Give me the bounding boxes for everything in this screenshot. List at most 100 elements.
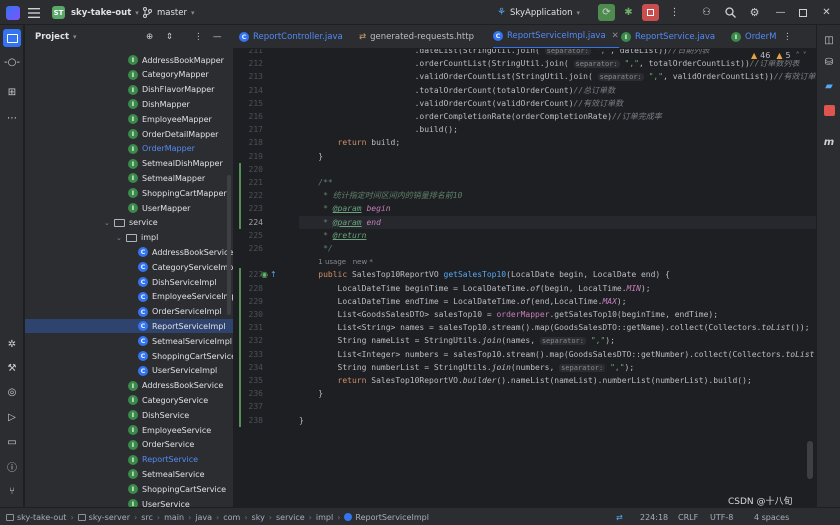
build-tool-button[interactable]: ⚒	[3, 359, 21, 377]
plugin-tool-button[interactable]	[820, 101, 838, 119]
line-separator[interactable]: CRLF	[678, 508, 698, 525]
tree-item[interactable]: C ReportServiceImpl	[25, 319, 233, 334]
code-line[interactable]: }	[299, 414, 304, 427]
code-line[interactable]: String nameList = StringUtils.join(names…	[299, 334, 615, 347]
breadcrumb-item[interactable]: impl	[316, 513, 333, 522]
code-line[interactable]: 1 usage new *	[299, 255, 373, 268]
more-actions-button[interactable]: ⋮	[666, 4, 683, 21]
tree-item[interactable]: I CategoryService	[25, 393, 233, 407]
code-line[interactable]: public SalesTop10ReportVO getSalesTop10(…	[299, 268, 670, 281]
tree-item[interactable]: I ShoppingCartMapper	[25, 186, 233, 200]
tree-item[interactable]: C OrderServiceImpl	[25, 305, 233, 319]
tree-item[interactable]: I UserService	[25, 497, 233, 507]
tree-folder-impl[interactable]: ⌄ impl	[25, 231, 233, 245]
main-menu-button[interactable]	[28, 0, 40, 25]
problems-tool-button[interactable]: ⓘ	[3, 457, 21, 475]
code-line[interactable]: .validOrderCountList(StringUtil.join( se…	[299, 70, 816, 83]
breadcrumb-item[interactable]: ReportServiceImpl	[355, 513, 429, 522]
git-tool-button[interactable]: ⑂	[3, 482, 21, 500]
settings-button[interactable]: ⚙	[746, 4, 763, 21]
stop-button[interactable]	[642, 4, 659, 21]
indent-setting[interactable]: 4 spaces	[754, 508, 789, 525]
tree-item[interactable]: I OrderMapper	[25, 142, 233, 156]
hide-panel-icon[interactable]: —	[213, 32, 222, 42]
more-vertical-icon[interactable]: ⋮	[194, 32, 203, 42]
tree-item[interactable]: C DishServiceImpl	[25, 275, 233, 289]
file-encoding[interactable]: UTF-8	[710, 508, 733, 525]
collapse-all-icon[interactable]: ⇕	[166, 32, 173, 42]
close-icon[interactable]: ✕	[612, 31, 619, 41]
caret-position[interactable]: 224:18	[640, 508, 668, 525]
tree-item[interactable]: I DishMapper	[25, 97, 233, 111]
tab-report-service-impl[interactable]: C ReportServiceImpl.java ✕	[493, 25, 619, 48]
more-tools-button[interactable]: ⋯	[3, 109, 21, 127]
code-line[interactable]: List<String> names = salesTop10.stream()…	[299, 321, 810, 334]
chevron-down-icon[interactable]: ˅	[803, 51, 807, 60]
rerun-button[interactable]: ⟳	[598, 4, 615, 21]
minimize-button[interactable]: —	[772, 4, 789, 21]
breadcrumb-item[interactable]: main	[164, 513, 184, 522]
maven-tool-button[interactable]: ▰	[820, 77, 838, 95]
chevron-down-icon[interactable]: ⌄	[104, 219, 111, 227]
code-line[interactable]: }	[299, 387, 323, 400]
tree-item[interactable]: C ShoppingCartServicel	[25, 349, 233, 363]
code-line[interactable]: .totalOrderCount(totalOrderCount)//总订单数	[299, 84, 616, 97]
code-line[interactable]: * 统计指定时间区间内的销量排名前10	[299, 189, 462, 202]
code-line[interactable]: * @param begin	[299, 202, 390, 215]
code-line[interactable]: /**	[299, 176, 332, 189]
tree-item[interactable]: I UserMapper	[25, 201, 233, 215]
project-tool-button[interactable]	[3, 29, 21, 47]
tree-item[interactable]: I AddressBookService	[25, 379, 233, 393]
close-window-button[interactable]: ✕	[818, 4, 835, 21]
code-line[interactable]: List<GoodsSalesDTO> salesTop10 = orderMa…	[299, 308, 719, 321]
tab-report-service[interactable]: I ReportService.java	[621, 25, 715, 48]
code-line[interactable]: .build();	[299, 123, 458, 136]
locate-icon[interactable]: ⊕	[146, 32, 153, 42]
tree-item[interactable]: I ShoppingCartService	[25, 482, 233, 496]
code-line[interactable]: }	[299, 150, 323, 163]
tree-item[interactable]: I ReportService	[25, 453, 233, 467]
spring-bean-icon[interactable]: ◉	[261, 270, 268, 279]
tree-item[interactable]: C CategoryServiceImpl	[25, 260, 233, 274]
commit-tool-button[interactable]: -○-	[3, 53, 21, 71]
code-line[interactable]: * @param end	[299, 215, 816, 229]
chevron-down-icon[interactable]: ▾	[73, 33, 77, 41]
code-line[interactable]: .validOrderCount(validOrderCount)//有效订单数	[299, 97, 624, 110]
tree-item[interactable]: I SetmealService	[25, 467, 233, 481]
tree-item[interactable]: I AddressBookMapper	[25, 53, 233, 67]
panel-title[interactable]: Project	[35, 32, 69, 42]
breadcrumb-item[interactable]: src	[141, 513, 153, 522]
code-line[interactable]: return SalesTop10ReportVO.builder().name…	[299, 374, 752, 387]
tab-generated-requests[interactable]: ⇄ generated-requests.http	[359, 25, 474, 48]
code-editor[interactable]: 211 212 213 214 215 216 217 218 219 220 221 222 223 2…	[233, 49, 816, 507]
tab-report-controller[interactable]: C ReportController.java	[239, 25, 343, 48]
editor-scrollbar[interactable]	[807, 441, 813, 479]
search-button[interactable]	[722, 4, 739, 21]
chevron-up-icon[interactable]: ˄	[796, 51, 800, 60]
implementing-icon[interactable]: ↑	[270, 270, 277, 279]
maximize-button[interactable]	[794, 4, 811, 21]
tab-order-mapper[interactable]: I OrderM	[731, 25, 777, 48]
code-line[interactable]: LocalDateTime endTime = LocalDateTime.of…	[299, 295, 627, 308]
m-tool-button[interactable]: m	[820, 133, 838, 151]
vcs-widget[interactable]: ⇄	[616, 508, 623, 525]
notifications-tool-button[interactable]: ◫	[820, 31, 838, 49]
tree-item[interactable]: C EmployeeServiceImpl	[25, 290, 233, 304]
code-line[interactable]: * @return	[299, 229, 366, 242]
vcs-change-marker[interactable]	[239, 268, 241, 427]
structure-tool-button[interactable]: ⊞	[3, 83, 21, 101]
tree-item[interactable]: I OrderService	[25, 438, 233, 452]
code-line[interactable]: .orderCountList(StringUtil.join( separat…	[299, 57, 799, 70]
endpoints-tool-button[interactable]: ◎	[3, 383, 21, 401]
code-line[interactable]: List<Integer> numbers = salesTop10.strea…	[299, 348, 816, 361]
breadcrumb-item[interactable]: com	[223, 513, 240, 522]
tree-item[interactable]: C UserServiceImpl	[25, 364, 233, 378]
branch-switcher[interactable]: master ▾	[142, 0, 195, 25]
more-tabs-button[interactable]: ⋮	[783, 25, 792, 48]
tree-folder-service[interactable]: ⌄ service	[25, 216, 233, 230]
code-line[interactable]: return build;	[299, 136, 401, 149]
database-tool-button[interactable]: ⛁	[820, 53, 838, 71]
tree-item[interactable]: C SetmealServiceImpl	[25, 334, 233, 348]
vcs-change-marker[interactable]	[239, 162, 241, 229]
tree-item[interactable]: I OrderDetailMapper	[25, 127, 233, 141]
